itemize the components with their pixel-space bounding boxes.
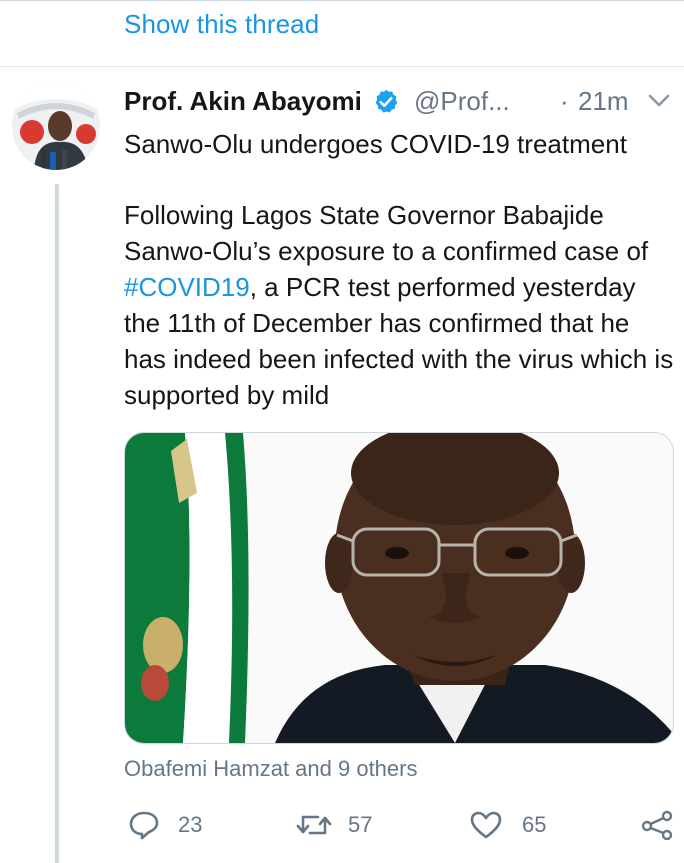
like-count: 65 bbox=[522, 812, 547, 837]
separator-dot: · bbox=[560, 86, 569, 116]
share-button[interactable] bbox=[640, 806, 676, 846]
reply-button[interactable]: 23 bbox=[128, 806, 228, 846]
author-name[interactable]: Prof. Akin Abayomi bbox=[124, 86, 362, 117]
timestamp[interactable]: 21m bbox=[578, 86, 629, 117]
heart-icon bbox=[470, 811, 502, 839]
like-button[interactable]: 65 bbox=[470, 806, 570, 846]
thread-line bbox=[55, 184, 59, 863]
tweet-headline: Sanwo-Olu undergoes COVID-19 treatment bbox=[124, 129, 627, 159]
governor-portrait-image bbox=[125, 433, 673, 743]
share-icon bbox=[641, 810, 673, 840]
tweet-text: Following Lagos State Governor Babajide … bbox=[124, 197, 676, 413]
tweet-text-before: Following Lagos State Governor Babajide … bbox=[124, 200, 649, 266]
retweet-count: 57 bbox=[348, 812, 373, 837]
tweet-photo[interactable] bbox=[124, 432, 674, 744]
top-divider bbox=[0, 0, 684, 1]
reply-count: 23 bbox=[178, 812, 203, 837]
tweet-divider bbox=[0, 66, 684, 67]
reply-icon bbox=[129, 811, 159, 840]
hashtag-link[interactable]: #COVID19 bbox=[124, 272, 250, 302]
retweet-button[interactable]: 57 bbox=[296, 806, 396, 846]
author-handle[interactable]: @Prof... bbox=[414, 86, 510, 117]
avatar-photo bbox=[12, 82, 100, 170]
retweet-icon bbox=[296, 815, 332, 835]
show-thread-link[interactable]: Show this thread bbox=[124, 9, 319, 40]
avatar[interactable] bbox=[12, 82, 100, 170]
tagged-users-link[interactable]: Obafemi Hamzat and 9 others bbox=[124, 756, 417, 782]
verified-badge-icon bbox=[375, 89, 398, 113]
tweet-header: Prof. Akin Abayomi @Prof... · 21m bbox=[124, 84, 674, 120]
chevron-down-icon[interactable] bbox=[646, 92, 672, 110]
